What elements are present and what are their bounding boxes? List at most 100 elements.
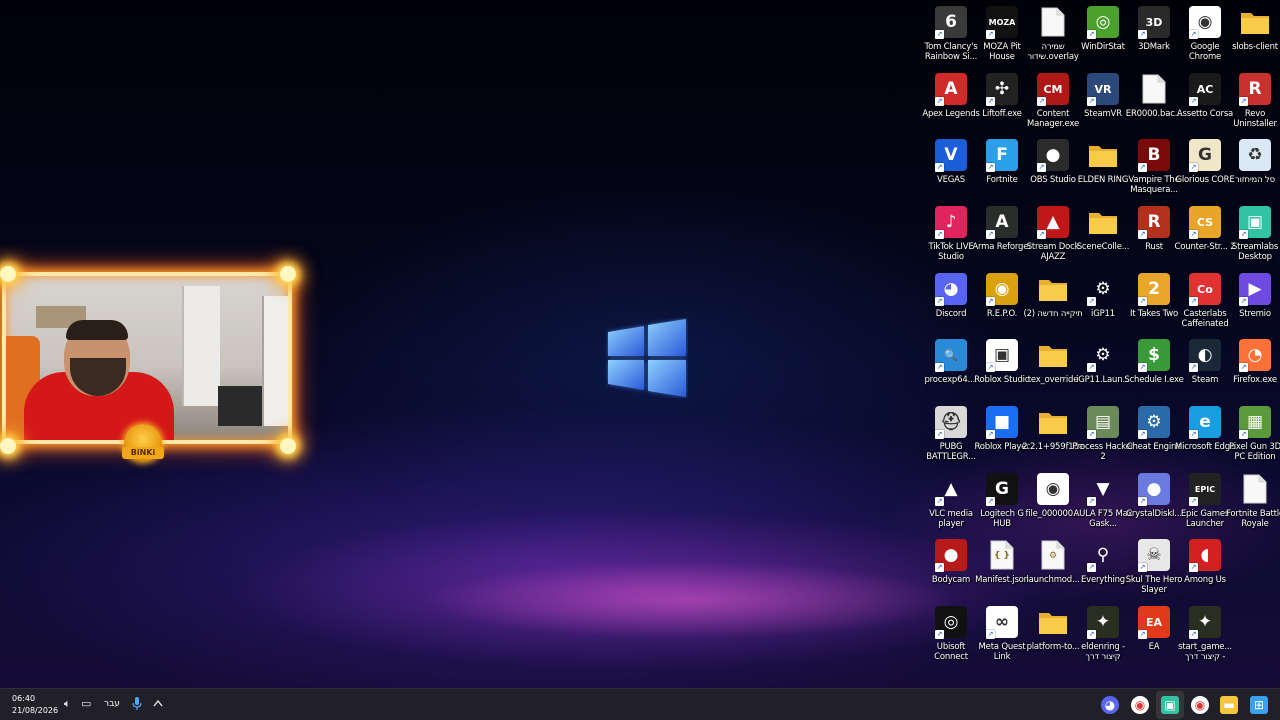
desktop-icon[interactable]: 2 ↗ It Takes Two (1129, 271, 1179, 337)
chrome-taskbar-icon-2[interactable]: ◉ (1188, 693, 1212, 717)
desktop-icon[interactable]: ● ↗ CrystalDiskI... (1126, 471, 1182, 537)
shortcut-arrow-icon: ↗ (1189, 30, 1198, 39)
shortcut-arrow-icon: ↗ (1189, 563, 1198, 572)
desktop-icon[interactable]: ⚙ ↗ iGP11 (1078, 271, 1128, 337)
desktop-icon[interactable]: תיקייה חדשה (2) (1023, 271, 1083, 337)
desktop-icon[interactable]: ▣ ↗ Streamlabs Desktop (1230, 204, 1280, 270)
desktop-icon[interactable]: V ↗ VEGAS (926, 137, 976, 203)
desktop-icon[interactable]: G ↗ Glorious CORE (1175, 137, 1235, 203)
desktop-icon[interactable]: ▲ ↗ Stream Dock AJAZZ (1027, 204, 1079, 270)
shortcut-arrow-icon: ↗ (1138, 630, 1147, 639)
desktop-icon[interactable]: ● ↗ Bodycam (926, 537, 976, 603)
desktop-icon[interactable]: ▦ ↗ Pixel Gun 3D PC Edition (1229, 404, 1280, 470)
desktop-icon[interactable]: A ↗ Arma Reforger (972, 204, 1032, 270)
desktop-icon[interactable]: G ↗ Logitech G HUB (977, 471, 1027, 537)
desktop-icon[interactable]: SceneColle... (1077, 204, 1129, 270)
desktop-icon[interactable]: EPIC ↗ Epic Games Launcher (1180, 471, 1230, 537)
chevron-up-icon[interactable] (153, 699, 163, 707)
volume-icon[interactable]: 🔈︎ (64, 697, 71, 711)
shortcut-arrow-icon: ↗ (1189, 497, 1198, 506)
desktop-icon[interactable]: $ ↗ Schedule I.exe (1124, 337, 1184, 403)
desktop-icon[interactable]: R ↗ Rust (1129, 204, 1179, 270)
desktop-icon[interactable]: e ↗ Microsoft Edge (1175, 404, 1235, 470)
desktop-icon[interactable]: ▶ ↗ Stremio (1230, 271, 1280, 337)
desktop-icon[interactable]: ▤ ↗ Process Hacker 2 (1072, 404, 1134, 470)
desktop-icon[interactable]: 3D ↗ 3DMark (1129, 4, 1179, 70)
shortcut-arrow-icon: ↗ (1189, 297, 1198, 306)
start-button-icon[interactable]: ⊞ (1247, 693, 1271, 717)
file-icon (1138, 73, 1170, 105)
desktop-icon[interactable]: platform-to... (1027, 604, 1080, 670)
folder-icon (1037, 606, 1069, 638)
desktop-icon[interactable]: CM ↗ Content Manager.exe (1027, 71, 1079, 137)
discord-taskbar-icon[interactable]: ◕ (1098, 693, 1122, 717)
shortcut-arrow-icon: ↗ (1087, 430, 1096, 439)
desktop-icon[interactable]: ⚙ launchmod... (1027, 537, 1080, 603)
desktop-icon[interactable]: ⚲ ↗ Everything (1078, 537, 1128, 603)
desktop-icon[interactable]: ▼ ↗ AULA F75 Max Gask... (1073, 471, 1132, 537)
desktop-icon[interactable]: F ↗ Fortnite (977, 137, 1027, 203)
desktop-icon[interactable]: ⛑ ↗ PUBG BATTLEGR... (926, 404, 976, 470)
desktop-icon[interactable]: { } Manifest.json (975, 537, 1029, 603)
taskbar-clock-date[interactable]: 21/08/2026 (12, 706, 58, 715)
folder-icon (1037, 273, 1069, 305)
desktop-icon[interactable]: ■ ↗ Roblox Player (974, 404, 1030, 470)
webcam-shelf (182, 286, 220, 406)
shortcut-arrow-icon: ↗ (986, 430, 995, 439)
desktop-icon[interactable]: ▣ ↗ Roblox Studio (974, 337, 1030, 403)
desktop-icon[interactable]: ✣ ↗ Liftoff.exe (977, 71, 1027, 137)
taskbar-clock-time[interactable]: 06:40 (12, 694, 35, 703)
desktop-icon[interactable]: ◉ ↗ R.E.P.O. (977, 271, 1027, 337)
desktop-icon[interactable]: Fortnite Battle Royale (1226, 471, 1280, 537)
shortcut-arrow-icon: ↗ (986, 630, 995, 639)
desktop-icon[interactable]: ◔ ↗ Firefox.exe (1230, 337, 1280, 403)
desktop-icon[interactable]: A ↗ Apex Legends (922, 71, 980, 137)
desktop-icon[interactable]: ♻ סל המיחזור (1230, 137, 1280, 203)
desktop-icon[interactable]: ◐ ↗ Steam (1180, 337, 1230, 403)
desktop-icon[interactable]: 6 ↗ Tom Clancy's Rainbow Si... (925, 4, 978, 70)
file-explorer-taskbar-icon[interactable]: ▬ (1217, 693, 1241, 717)
desktop-icon[interactable]: ◖ ↗ Among Us (1180, 537, 1230, 603)
desktop-icon[interactable]: ◉ ↗ Google Chrome (1180, 4, 1230, 70)
desktop-icon[interactable]: ▲ ↗ VLC media player (926, 471, 976, 537)
desktop-icon[interactable]: ♪ ↗ TikTok LIVE Studio (926, 204, 976, 270)
desktop-icon[interactable]: slobs-client (1230, 4, 1280, 70)
desktop-icon[interactable]: Co ↗ Casterlabs Caffeinated (1180, 271, 1230, 337)
shortcut-arrow-icon: ↗ (986, 297, 995, 306)
desktop-icon[interactable]: ⚙ ↗ iGP11.Laun... (1076, 337, 1130, 403)
desktop-icon[interactable]: ◉ file_000000... (1026, 471, 1081, 537)
desktop-icon-label: start_game... קיצור דרך - (1178, 642, 1232, 662)
desktop-icon[interactable]: ● ↗ OBS Studio (1028, 137, 1078, 203)
desktop-icon[interactable]: ◎ ↗ Ubisoft Connect (926, 604, 976, 670)
language-indicator[interactable]: עבר (104, 699, 120, 709)
desktop-icon[interactable]: B ↗ Vampire The Masquera... (1128, 137, 1180, 203)
network-icon[interactable]: ▭ (81, 697, 91, 710)
desktop-icon[interactable]: ✦ ↗ eldenring - קיצור דרך (1078, 604, 1128, 670)
chrome-taskbar-icon[interactable]: ◉ (1128, 693, 1152, 717)
desktop-icon[interactable]: tex_override (1028, 337, 1078, 403)
webcam-badge-label: BiNKi (122, 447, 164, 459)
shortcut-arrow-icon: ↗ (1087, 563, 1096, 572)
desktop-icon[interactable]: MOZA ↗ MOZA Pit House (977, 4, 1027, 70)
desktop-icon[interactable]: ◎ ↗ WinDirStat (1078, 4, 1128, 70)
desktop-icon[interactable]: ☠ ↗ Skul The Hero Slayer (1126, 537, 1182, 603)
webcam-overlay[interactable] (2, 272, 292, 444)
desktop-icon[interactable]: VR ↗ SteamVR (1078, 71, 1128, 137)
desktop-icon[interactable]: 2.2.1+959f16e (1022, 404, 1084, 470)
desktop-icon[interactable]: ELDEN RING (1078, 137, 1128, 203)
desktop-icon[interactable]: ⚙ ↗ Cheat Engine (1127, 404, 1181, 470)
webcam-corner-sparkle-tr (280, 266, 296, 282)
microphone-icon[interactable] (132, 697, 142, 711)
shortcut-arrow-icon: ↗ (935, 363, 944, 372)
desktop-icon[interactable]: AC ↗ Assetto Corsa (1177, 71, 1233, 137)
desktop-icon[interactable]: ◕ ↗ Discord (926, 271, 976, 337)
desktop-icon[interactable]: 🔍 ↗ procexp64.... (924, 337, 978, 403)
desktop-icon[interactable]: ∞ ↗ Meta Quest Link (977, 604, 1027, 670)
streamlabs-taskbar-icon[interactable]: ▣ (1158, 693, 1182, 717)
desktop-icon[interactable]: EA ↗ EA (1129, 604, 1179, 670)
desktop-icon[interactable]: ER0000.bac... (1126, 71, 1182, 137)
desktop-icon[interactable]: CS ↗ Counter-Str... 2 (1175, 204, 1236, 270)
desktop-icon[interactable]: R ↗ Revo Uninstaller (1230, 71, 1280, 137)
desktop-icon[interactable]: שמירה שידור.overlay (1027, 4, 1079, 70)
desktop-icon[interactable]: ✦ ↗ start_game... קיצור דרך - (1178, 604, 1232, 670)
